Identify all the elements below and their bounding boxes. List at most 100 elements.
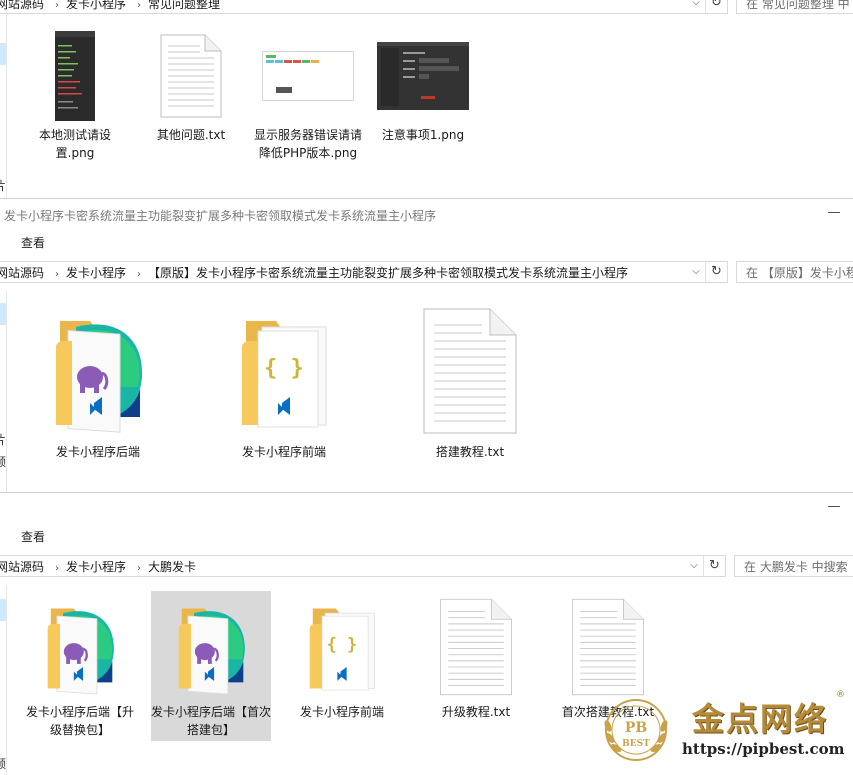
refresh-icon[interactable]: ↻	[705, 0, 727, 13]
title-bar[interactable]: 发卡小程序卡密系统流量主功能裂变扩展多种卡密领取模式发卡系统流量主小程序 —	[0, 199, 853, 229]
folder-item[interactable]: { } 发卡小程序前端	[286, 591, 398, 741]
folder-item[interactable]: { } 发卡小程序前端	[222, 303, 346, 467]
tab-view[interactable]: 查看	[21, 528, 45, 545]
file-name: 首次搭建教程.txt	[561, 705, 655, 719]
breadcrumb-item[interactable]: 发卡小程序	[66, 264, 130, 282]
file-item[interactable]: 本地测试请设置.png	[22, 28, 128, 168]
folder-icon: { }	[286, 591, 398, 703]
file-item[interactable]: 升级教程.txt	[420, 591, 532, 741]
search-placeholder: 在 大鹏发卡 中搜索	[744, 560, 848, 574]
chevron-down-icon[interactable]: ⌵	[685, 556, 703, 576]
explorer-window-original: 发卡小程序卡密系统流量主功能裂变扩展多种卡密领取模式发卡系统流量主小程序 — 查…	[0, 198, 853, 492]
address-bar[interactable]: 网站源码 › 发卡小程序 › 【原版】发卡小程序卡密系统流量主功能裂变扩展多种卡密领取模…	[0, 261, 728, 283]
folder-name: 发卡小程序后端	[55, 445, 140, 459]
navigation-pane[interactable]: 片 频	[0, 291, 7, 492]
title-bar[interactable]: —	[0, 493, 853, 523]
breadcrumb-item[interactable]: 发卡小程序	[66, 558, 130, 576]
chevron-right-icon: ›	[137, 563, 142, 574]
search-placeholder: 在 【原版】发卡小程	[746, 266, 853, 280]
file-name: 注意事项1.png	[381, 128, 465, 142]
ribbon-menu: 查看	[0, 523, 853, 549]
folder-icon: { }	[222, 303, 346, 439]
nav-selection	[0, 303, 6, 325]
chevron-right-icon: ›	[55, 269, 60, 280]
nav-item-label[interactable]: 片	[0, 177, 6, 194]
address-bar[interactable]: 网站源码 › 发卡小程序 › 大鹏发卡 ⌵ ↻	[0, 555, 726, 577]
file-name: 其他问题.txt	[156, 128, 226, 142]
text-document-icon	[408, 303, 532, 439]
file-name: 本地测试请设置.png	[38, 128, 111, 160]
folder-icon	[36, 303, 160, 439]
image-thumbnail	[22, 28, 128, 124]
folder-item-selected[interactable]: 发卡小程序后端【首次搭建包】	[151, 591, 271, 741]
folder-code-icon: { }	[309, 608, 375, 691]
explorer-window-dapeng: — 查看 网站源码 › 发卡小程序 › 大鹏发卡 ⌵ ↻ 在 大鹏发卡 中搜索 频	[0, 492, 853, 775]
refresh-icon[interactable]: ↻	[703, 556, 725, 576]
folder-code-icon: { }	[242, 321, 327, 428]
breadcrumb-item[interactable]: 网站源码	[0, 0, 48, 13]
breadcrumb-item[interactable]: 发卡小程序	[66, 0, 130, 13]
chevron-right-icon: ›	[55, 0, 60, 11]
refresh-icon[interactable]: ↻	[705, 262, 727, 282]
address-bar[interactable]: 网站源码 › 发卡小程序 › 常见问题整理 ⌵ ↻	[0, 0, 728, 14]
text-document-icon	[160, 34, 222, 118]
nav-selection	[0, 43, 6, 65]
folder-name: 发卡小程序前端	[299, 705, 384, 719]
breadcrumb-item[interactable]: 大鹏发卡	[148, 558, 200, 576]
file-name: 显示服务器错误请请降低PHP版本.png	[254, 128, 363, 160]
text-document-icon	[420, 591, 532, 703]
svg-text:{ }: { }	[264, 356, 304, 381]
file-name: 搭建教程.txt	[435, 445, 505, 459]
file-item[interactable]: 首次搭建教程.txt	[552, 591, 664, 741]
file-item[interactable]: 显示服务器错误请请降低PHP版本.png	[254, 28, 362, 178]
image-thumbnail	[254, 28, 362, 124]
search-input[interactable]: 在 【原版】发卡小程	[736, 261, 853, 283]
nav-selection	[0, 599, 6, 621]
folder-icon	[151, 591, 271, 703]
navigation-pane[interactable]: 片 频	[0, 15, 7, 198]
folder-php-icon	[47, 608, 114, 695]
chevron-right-icon: ›	[137, 269, 142, 280]
screenshot-thumb-icon	[262, 51, 354, 101]
breadcrumb-item[interactable]: 常见问题整理	[148, 0, 224, 13]
window-title: 发卡小程序卡密系统流量主功能裂变扩展多种卡密领取模式发卡系统流量主小程序	[4, 209, 437, 223]
chevron-down-icon[interactable]: ⌵	[687, 262, 705, 282]
text-document-icon	[440, 598, 512, 696]
screenshot-thumb-icon	[55, 31, 95, 121]
nav-item-label[interactable]: 频	[0, 755, 6, 772]
explorer-window-faq: 网站源码 › 发卡小程序 › 常见问题整理 ⌵ ↻ 在 常见问题整理 中 片 频	[0, 0, 853, 198]
image-thumbnail	[368, 28, 478, 124]
folder-php-icon	[178, 608, 245, 695]
text-document-icon	[572, 598, 644, 696]
chevron-down-icon[interactable]: ⌵	[687, 0, 705, 13]
folder-php-icon	[56, 321, 142, 433]
nav-item-label[interactable]: 片	[0, 431, 6, 448]
breadcrumb-item[interactable]: 网站源码	[0, 558, 48, 576]
folder-name: 发卡小程序后端【升级替换包】	[25, 705, 134, 737]
navigation-pane[interactable]: 频	[0, 585, 7, 775]
breadcrumb-item[interactable]: 网站源码	[0, 264, 48, 282]
ribbon-menu: 查看	[0, 229, 853, 255]
text-document-icon	[552, 591, 664, 703]
folder-item[interactable]: 发卡小程序后端【升级替换包】	[24, 591, 136, 741]
minimize-icon[interactable]: —	[826, 499, 842, 515]
breadcrumb-item[interactable]: 【原版】发卡小程序卡密系统流量主功能裂变扩展多种卡密领取模式发卡系统流量主小程序	[148, 264, 632, 282]
search-input[interactable]: 在 大鹏发卡 中搜索	[734, 555, 853, 577]
breadcrumb: 网站源码 › 发卡小程序 › 大鹏发卡	[0, 558, 200, 576]
file-item[interactable]: 搭建教程.txt	[408, 303, 532, 467]
folder-name: 发卡小程序后端【首次搭建包】	[151, 705, 272, 737]
file-item[interactable]: 注意事项1.png	[368, 28, 478, 148]
folder-name: 发卡小程序前端	[241, 445, 326, 459]
folder-item[interactable]: 发卡小程序后端	[36, 303, 160, 467]
breadcrumb: 网站源码 › 发卡小程序 › 【原版】发卡小程序卡密系统流量主功能裂变扩展多种卡密领取模…	[0, 264, 632, 282]
tab-view[interactable]: 查看	[21, 234, 45, 251]
search-input[interactable]: 在 常见问题整理 中	[736, 0, 853, 14]
nav-item-label[interactable]: 频	[0, 453, 6, 470]
screenshot-thumb-icon	[377, 42, 469, 110]
breadcrumb: 网站源码 › 发卡小程序 › 常见问题整理	[0, 0, 224, 13]
text-document-icon	[423, 308, 517, 434]
file-item[interactable]: 其他问题.txt	[136, 28, 246, 148]
chevron-right-icon: ›	[55, 563, 60, 574]
text-document-icon	[136, 28, 246, 124]
minimize-icon[interactable]: —	[826, 205, 842, 221]
